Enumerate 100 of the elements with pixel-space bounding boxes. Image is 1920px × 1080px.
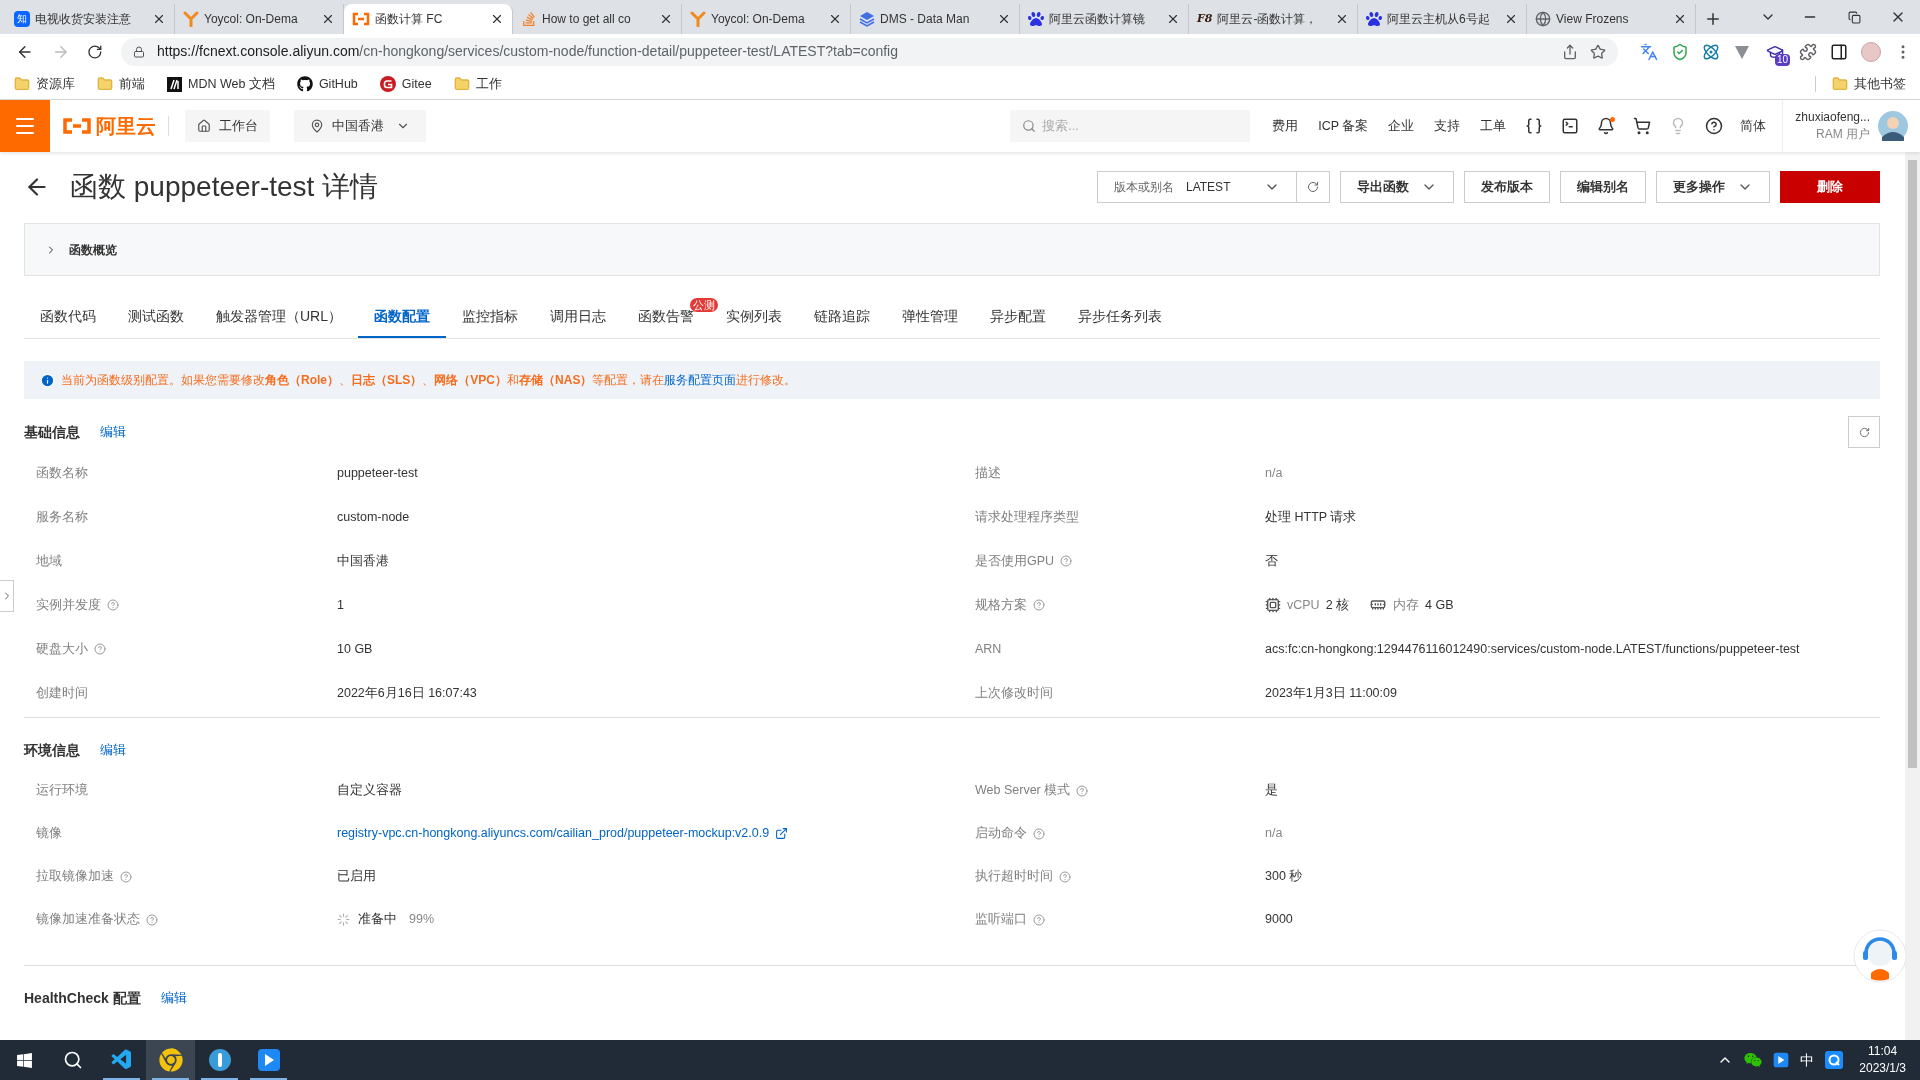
browser-tab[interactable]: F8 阿里云-函数计算， (1189, 4, 1358, 34)
bookmark-item[interactable]: 前端 (91, 71, 151, 97)
region-select[interactable]: 中国香港 (294, 110, 426, 142)
header-link[interactable]: 支持 (1424, 116, 1471, 136)
header-link[interactable]: ICP 备案 (1308, 116, 1379, 136)
overview-panel[interactable]: 函数概览 (24, 223, 1880, 276)
side-panel-icon[interactable] (1830, 42, 1848, 61)
content-tab[interactable]: 异步任务列表 (1062, 296, 1178, 338)
logo-text: 阿里云 (96, 114, 156, 139)
share-icon[interactable] (1562, 43, 1578, 60)
atom-icon[interactable] (1702, 42, 1720, 61)
user-name[interactable]: zhuxiaofeng... (1795, 109, 1870, 126)
content-tab[interactable]: 链路追踪 (798, 296, 886, 338)
header-link[interactable]: 企业 (1378, 116, 1425, 136)
edit-link[interactable]: 编辑 (160, 988, 187, 1008)
refresh-button[interactable] (1297, 171, 1330, 203)
content-tab[interactable]: 异步配置 (974, 296, 1062, 338)
start-icon[interactable] (15, 1051, 33, 1069)
workbench-button[interactable]: 工作台 (185, 110, 270, 142)
close-icon[interactable] (1673, 12, 1687, 26)
content-tab[interactable]: 弹性管理 (886, 296, 974, 338)
browser-tab[interactable]: 知 电视收货安装注意 (6, 4, 175, 34)
puzzle-icon[interactable] (1799, 42, 1817, 61)
search-icon[interactable] (62, 1050, 83, 1070)
cart-icon[interactable] (1633, 117, 1652, 135)
bookmark-item[interactable]: 资源库 (8, 71, 81, 97)
external-link-icon[interactable] (775, 827, 789, 840)
shield-icon[interactable] (1671, 42, 1689, 61)
bookmark-star-icon[interactable] (1590, 43, 1606, 60)
close-icon[interactable] (152, 12, 166, 26)
bookmark-item[interactable]: 工作 (447, 71, 508, 97)
app-tray-icon[interactable] (1773, 1052, 1790, 1068)
bell-icon[interactable] (1597, 117, 1616, 135)
dropdown-button[interactable]: 更多操作 (1656, 171, 1770, 203)
content-tab[interactable]: 函数代码 (24, 296, 112, 338)
input-method-indicator[interactable]: 中 (1800, 1049, 1815, 1071)
browser-tab[interactable]: View Frozens (1527, 4, 1696, 34)
globe-icon (1535, 11, 1551, 27)
image-link[interactable]: registry-vpc.cn-hongkong.aliyuncs.com/cailian_prod/puppeteer-mockup:v2.0.9 (337, 824, 770, 843)
browser-tab[interactable]: Yoycol: On-Dema (682, 4, 851, 34)
bookmark-item[interactable]: GitHub (290, 71, 364, 97)
edit-link[interactable]: 编辑 (100, 422, 126, 442)
app-icon[interactable] (256, 1048, 281, 1072)
fork-icon (690, 11, 706, 27)
chat-icon[interactable] (1744, 1051, 1763, 1069)
header-link[interactable]: 工单 (1470, 116, 1517, 136)
user-avatar[interactable] (1878, 111, 1908, 141)
browser-tab[interactable]: DMS - Data Man (851, 4, 1020, 34)
translate-icon[interactable] (1640, 42, 1658, 61)
browser-tab[interactable]: 阿里云主机从6号起 (1358, 4, 1527, 34)
content-tab[interactable]: 函数配置 (358, 296, 446, 338)
section-title: 环境信息 (24, 740, 80, 760)
bookmark-item[interactable]: 其他书签 (1826, 74, 1912, 94)
search-icon (1022, 119, 1037, 133)
field-label: 镜像加速准备状态 (36, 911, 140, 929)
browser-icon[interactable] (158, 1048, 183, 1072)
browser-tab[interactable]: How to get all co (513, 4, 682, 34)
braces-icon[interactable] (1525, 117, 1544, 135)
edit-link[interactable]: 编辑 (100, 740, 126, 760)
delete-button[interactable]: 删除 (1780, 171, 1880, 203)
bookmark-item[interactable]: MDN Web 文档 (161, 71, 281, 97)
chatbot-icon[interactable] (1853, 929, 1907, 983)
spec-label: vCPU (1287, 596, 1320, 614)
reload-icon[interactable] (87, 43, 103, 60)
sidebar-toggle[interactable] (0, 580, 14, 612)
content-tab[interactable]: 测试函数 (112, 296, 200, 338)
help-icon[interactable] (1705, 117, 1724, 135)
lock-icon[interactable] (133, 45, 145, 58)
action-button[interactable]: 发布版本 (1464, 171, 1550, 203)
close-icon[interactable] (1335, 12, 1349, 26)
bracket-logo-icon (352, 12, 370, 26)
browser-tab[interactable]: 函数计算 FC (344, 4, 513, 34)
content-tab[interactable]: 触发器管理（URL） (200, 296, 358, 338)
app-tray-icon[interactable] (1825, 1051, 1844, 1069)
restore-icon[interactable] (1847, 10, 1861, 24)
header-link[interactable]: 费用 (1262, 116, 1309, 136)
bookmark-item[interactable]: Gitee (373, 71, 438, 97)
version-select[interactable]: 版本或别名 LATEST (1097, 171, 1297, 203)
content-tab[interactable]: 监控指标 (446, 296, 534, 338)
code-editor-icon[interactable] (109, 1048, 134, 1072)
close-icon[interactable] (1166, 12, 1180, 26)
address-bar[interactable]: https://fcnext.console.aliyun.com/cn-hongkong/services/custom-node/function-detail/puppeteer-test/LATEST?tab=config (121, 37, 1618, 66)
close-icon[interactable] (490, 12, 504, 26)
close-icon[interactable] (1504, 12, 1518, 26)
close-icon[interactable] (828, 12, 842, 26)
new-tab-icon[interactable] (1704, 10, 1722, 28)
service-config-link[interactable]: 服务配置页面 (664, 373, 737, 387)
close-icon[interactable] (321, 12, 335, 26)
close-icon[interactable] (659, 12, 673, 26)
search-field[interactable]: 搜索... (1010, 110, 1251, 142)
terminal-icon[interactable] (1561, 117, 1580, 135)
close-icon[interactable] (997, 12, 1011, 26)
action-button[interactable]: 编辑别名 (1560, 171, 1646, 203)
language-link[interactable]: 简体 (1732, 116, 1775, 136)
content-tab[interactable]: 调用日志 (534, 296, 622, 338)
browser-tab[interactable]: 阿里云函数计算镜 (1020, 4, 1189, 34)
scrollbar[interactable] (1905, 152, 1920, 1040)
app-icon[interactable] (207, 1048, 232, 1072)
dropdown-button[interactable]: 导出函数 (1340, 171, 1454, 203)
menu-button[interactable] (0, 100, 50, 152)
